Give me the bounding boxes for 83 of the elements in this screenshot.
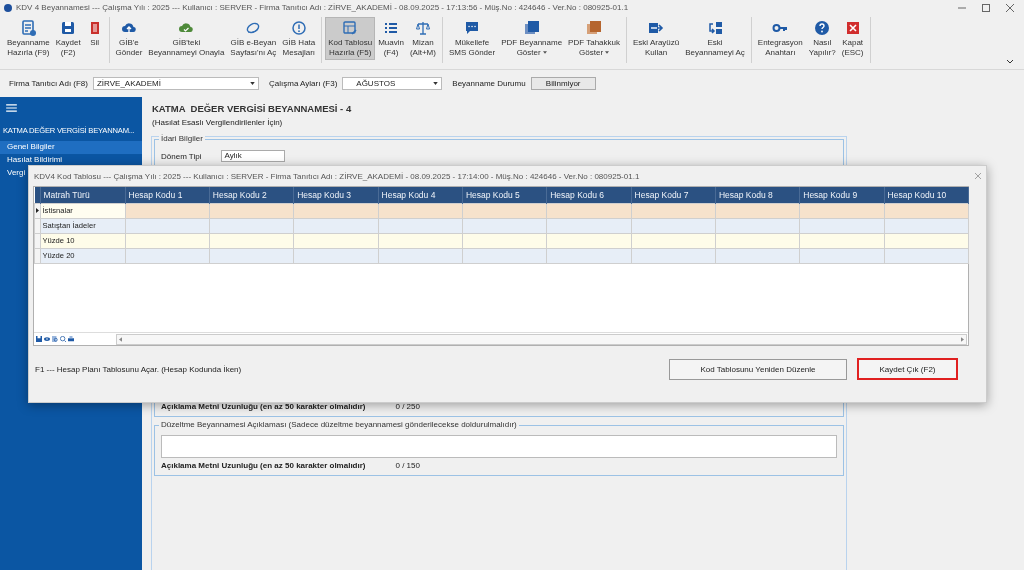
column-header[interactable]: Hesap Kodu 10 xyxy=(884,187,969,204)
field-label: Firma Tanıtıcı Adı (F8) xyxy=(9,79,88,88)
ribbon-button[interactable]: PDF Tahakkuk Göster xyxy=(565,17,623,60)
menu-icon[interactable] xyxy=(6,104,17,112)
ribbon-button[interactable]: Mükellefe SMS Gönder xyxy=(445,17,499,60)
ribbon-button[interactable]: Eski Beyannameyi Aç xyxy=(682,17,748,60)
arrows-icon xyxy=(648,20,665,36)
column-header[interactable]: Hesap Kodu 4 xyxy=(378,187,463,204)
hint-text: F1 --- Hesap Planı Tablosunu Açar. (Hesap Kodunda İken) xyxy=(35,364,242,374)
column-header[interactable]: Hesap Kodu 7 xyxy=(631,187,716,204)
chat-icon xyxy=(464,20,481,36)
caret-icon xyxy=(250,82,255,85)
ribbon-button[interactable]: Beyanname Hazırla (F9) xyxy=(4,17,53,60)
dropdown-field[interactable]: ZİRVE_AKADEMİ xyxy=(93,77,259,90)
ribbon-button[interactable]: GİB'teki Beyannameyi Onayla xyxy=(145,17,228,60)
column-header[interactable]: Hesap Kodu 1 xyxy=(125,187,210,204)
dialog-button[interactable]: Kaydet Çık (F2) xyxy=(857,358,958,380)
text-area-field[interactable] xyxy=(161,435,837,458)
ribbon-button[interactable]: Kaydet (F2) xyxy=(52,17,84,60)
ribbon-button[interactable]: Kod Tablosu Hazırla (F5) xyxy=(325,17,376,60)
column-header[interactable]: Hesap Kodu 2 xyxy=(209,187,294,204)
fieldset-legend: İdari Bilgiler xyxy=(159,134,205,144)
printer-icon[interactable] xyxy=(68,336,74,342)
length-counter: 0 / 150 xyxy=(395,461,420,471)
field-label: Çalışma Ayları (F3) xyxy=(269,79,338,88)
column-header[interactable]: Hesap Kodu 5 xyxy=(462,187,547,204)
column-header[interactable]: Matrah Türü xyxy=(40,187,125,204)
app-icon xyxy=(4,3,12,12)
length-label: Açıklama Metni Uzunluğu (en az 50 karakter olmalıdır) xyxy=(161,461,366,471)
text-field[interactable]: Aylık xyxy=(221,150,286,162)
window-title: KDV 4 Beyannamesi --- Çalışma Yılı : 2025 --- Kullanıcı : SERVER - Firma Tanıtıcı Adı : ZİRVE_AKADEMİ - 08.09.2025 - 17:13:56 - Müş.No : 424646 - Ver.No : 080925-01.1 xyxy=(16,2,629,13)
horizontal-scrollbar[interactable] xyxy=(116,333,967,345)
length-label: Açıklama Metni Uzunluğu (en az 50 karakter olmalıdır) xyxy=(161,402,366,412)
row-pointer-icon xyxy=(36,208,39,213)
form-title: KATMA DEĞER VERGİSİ BEYANNAMESİ - 4 xyxy=(152,103,353,114)
maximize-icon[interactable] xyxy=(982,3,990,12)
left-arrow-icon[interactable] xyxy=(119,336,122,342)
ribbon-button[interactable]: Mizan (Alt+M) xyxy=(406,17,439,60)
table-edit-icon xyxy=(342,20,359,36)
column-header[interactable]: Hesap Kodu 9 xyxy=(799,187,885,204)
alert-icon xyxy=(290,20,307,36)
close-icon[interactable] xyxy=(975,173,981,179)
pdf-icon xyxy=(586,20,603,36)
field-label: Beyanname Durumu xyxy=(452,79,526,88)
length-counter: 0 / 250 xyxy=(395,402,420,412)
zoom-icon[interactable] xyxy=(60,336,66,342)
field-label: Dönem Tipi xyxy=(161,151,202,161)
list-icon xyxy=(383,20,400,36)
sidebar-item[interactable]: Hasılat Bildirimi xyxy=(0,154,142,167)
column-header[interactable]: Hesap Kodu 8 xyxy=(715,187,800,204)
chevron-icon[interactable] xyxy=(1006,59,1014,64)
ribbon-button[interactable]: PDF Beyanname Göster xyxy=(498,17,566,60)
help-icon xyxy=(814,20,831,36)
status-field: Bilinmiyor xyxy=(530,77,596,90)
swap-icon xyxy=(707,20,724,36)
column-header[interactable]: Hesap Kodu 3 xyxy=(293,187,379,204)
dialog-button[interactable]: Kod Tablosunu Yeniden Düzenle xyxy=(669,358,847,380)
ribbon-button[interactable]: Eski Arayüzü Kullan xyxy=(630,17,683,60)
ribbon-button[interactable]: GİB Hata Mesajları xyxy=(279,17,319,60)
pdf-icon xyxy=(523,20,540,36)
ribbon-button[interactable]: Kapat (ESC) xyxy=(838,17,867,60)
fieldset-legend: Düzeltme Beyannamesi Açıklaması (Sadece düzeltme beyannamesi gönderilecekse doldurulmalıdır) xyxy=(159,420,519,430)
save-icon[interactable] xyxy=(36,336,42,342)
ribbon-button[interactable]: Muavin (F4) xyxy=(375,17,407,60)
column-header[interactable]: Hesap Kodu 6 xyxy=(546,187,632,204)
ribbon-button[interactable]: Sil xyxy=(83,17,106,50)
save-icon xyxy=(60,20,77,36)
caret-icon xyxy=(433,82,439,85)
dropdown-field[interactable]: AĞUSTOS xyxy=(342,77,443,90)
right-arrow-icon[interactable] xyxy=(961,336,964,342)
scale-icon xyxy=(414,20,431,36)
sidebar-item[interactable]: Genel Bilgiler xyxy=(0,141,142,154)
ribbon-button[interactable]: GİB'e Gönder xyxy=(112,17,146,60)
eye-icon[interactable] xyxy=(44,336,50,342)
form-subtitle: (Hasılat Esaslı Vergilendirilenler İçin) xyxy=(152,118,284,127)
cloud-upload-icon xyxy=(120,20,137,36)
dialog-title: KDV4 Kod Tablosu --- Çalışma Yılı : 2025 --- Kullanıcı : SERVER - Firma Tanıtıcı Adı : ZİRVE_AKADEMİ - 08.09.2025 - 17:14:00 - Müş.No : 424646 - Ver.No : 080925-01.1 xyxy=(34,171,640,181)
close-box-icon xyxy=(844,20,861,36)
ribbon-button[interactable]: Nasıl Yapılır? xyxy=(805,17,839,60)
ribbon-button[interactable]: Entegrasyon Anahtarı xyxy=(754,17,806,60)
document-icon xyxy=(20,20,37,36)
ribbon-button[interactable]: GİB e-Beyan Sayfası'nı Aç xyxy=(227,17,280,60)
close-icon[interactable] xyxy=(1006,3,1014,12)
